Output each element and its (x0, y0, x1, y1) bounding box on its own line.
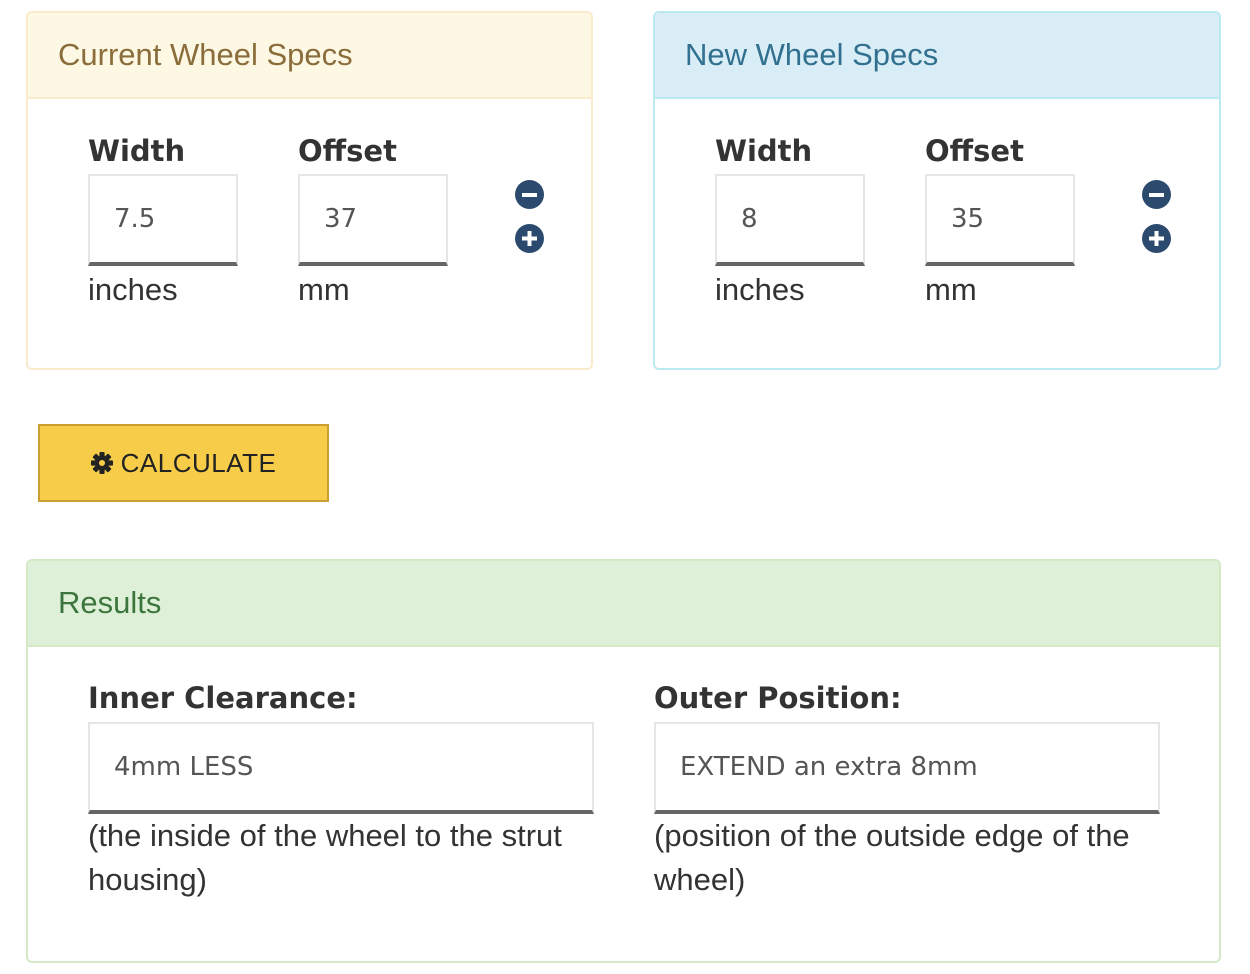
current-width-input[interactable]: 7.5 (88, 174, 238, 266)
current-offset-unit: mm (298, 272, 350, 307)
gear-icon (90, 452, 113, 474)
current-offset-input[interactable]: 37 (298, 174, 448, 266)
current-wheel-specs-panel: Current Wheel Specs Width 7.5 inches Off… (26, 11, 593, 370)
minus-icon (522, 192, 537, 197)
new-width-unit: inches (715, 272, 805, 307)
results-title: Results (28, 561, 1219, 647)
results-panel: Results Inner Clearance: 4mm LESS (the i… (26, 559, 1221, 963)
new-offset-label: Offset (925, 134, 1024, 168)
plus-icon (1149, 231, 1164, 246)
current-wheel-specs-title: Current Wheel Specs (28, 13, 591, 99)
inner-clearance-note: (the inside of the wheel to the strut ho… (88, 818, 562, 897)
new-width-label: Width (715, 134, 813, 168)
current-width-unit: inches (88, 272, 178, 307)
inner-clearance-label: Inner Clearance: (88, 681, 358, 715)
current-increment-button[interactable] (515, 224, 544, 253)
new-offset-input[interactable]: 35 (925, 174, 1075, 266)
inner-clearance-output: 4mm LESS (88, 722, 594, 814)
outer-position-output: EXTEND an extra 8mm (654, 722, 1160, 814)
plus-icon (522, 231, 537, 246)
new-wheel-specs-title: New Wheel Specs (655, 13, 1219, 99)
new-wheel-specs-panel: New Wheel Specs Width 8 inches Offset 35… (653, 11, 1221, 370)
outer-position-label: Outer Position: (654, 681, 902, 715)
minus-icon (1149, 192, 1164, 197)
new-offset-unit: mm (925, 272, 977, 307)
outer-position-note: (position of the outside edge of the whe… (654, 818, 1130, 897)
calculate-button[interactable]: CALCULATE (38, 424, 329, 502)
current-width-label: Width (88, 134, 186, 168)
new-decrement-button[interactable] (1142, 180, 1171, 209)
current-decrement-button[interactable] (515, 180, 544, 209)
current-offset-label: Offset (298, 134, 397, 168)
new-width-input[interactable]: 8 (715, 174, 865, 266)
new-increment-button[interactable] (1142, 224, 1171, 253)
calculate-button-label: CALCULATE (120, 447, 277, 478)
